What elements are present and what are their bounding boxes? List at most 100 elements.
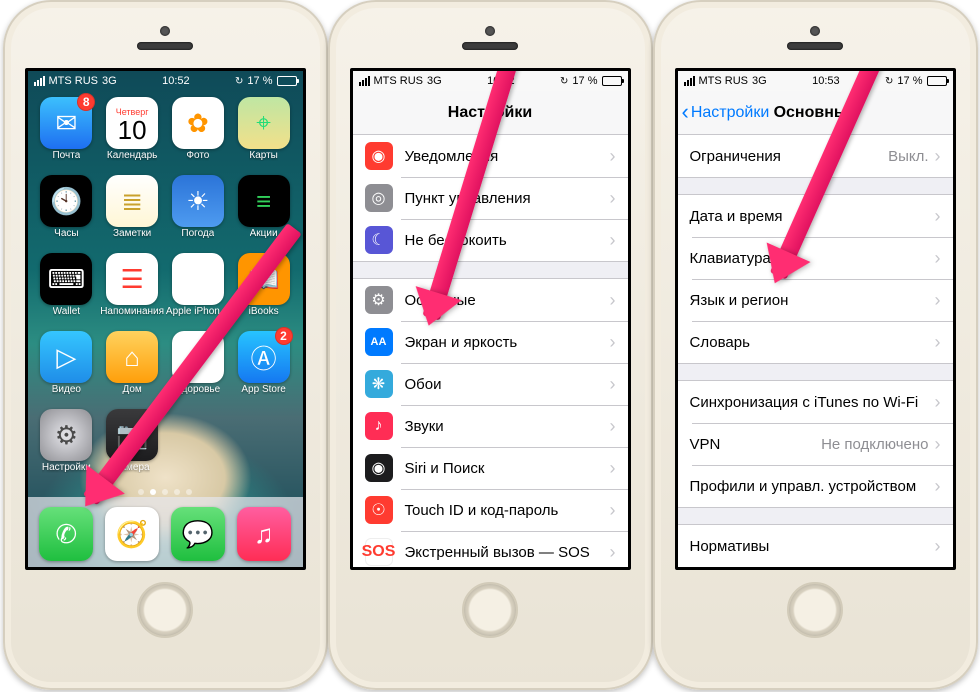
app-label: Часы [54, 228, 78, 239]
settings-row[interactable]: AA Экран и яркость › [353, 321, 628, 363]
settings-row[interactable]: ♪ Звуки › [353, 405, 628, 447]
camera-icon: 📷 [106, 409, 158, 461]
apple-icon [172, 253, 224, 305]
screen-general: MTS RUS 3G 10:53 ↻ 17 % ‹ Настройки Осно… [675, 68, 956, 570]
clock: 10:52 [487, 75, 515, 87]
app-label: Заметки [113, 228, 151, 239]
safari-icon: 🧭 [105, 507, 159, 561]
app-label: Видео [52, 384, 81, 395]
app-label: Apple iPhon… [166, 306, 230, 317]
settings-row[interactable]: ❋ Обои › [353, 363, 628, 405]
settings-row[interactable]: Язык и регион› [678, 279, 953, 321]
dock-messages[interactable]: 💬 [171, 507, 225, 561]
settings-row[interactable]: Клавиатура› [678, 237, 953, 279]
row-label: Не беспокоить [405, 232, 610, 249]
row-icon: ◎ [365, 184, 393, 212]
app-camera[interactable]: 📷Камера [99, 409, 165, 487]
dock-safari[interactable]: 🧭 [105, 507, 159, 561]
app-home2[interactable]: ⌂Дом [99, 331, 165, 409]
home-button[interactable] [137, 582, 193, 638]
row-label: Звуки [405, 418, 610, 435]
nav-bar: ‹ Настройки Основные [678, 91, 953, 135]
app-settings[interactable]: ⚙︎Настройки [34, 409, 100, 487]
row-label: Синхронизация с iTunes по Wi-Fi [690, 394, 935, 411]
app-notes[interactable]: ≣Заметки [99, 175, 165, 253]
dock-phone[interactable]: ✆ [39, 507, 93, 561]
row-icon: ⚙︎ [365, 286, 393, 314]
messages-icon: 💬 [171, 507, 225, 561]
health-icon: ♥︎ [172, 331, 224, 383]
row-label: Язык и регион [690, 292, 935, 309]
back-button[interactable]: ‹ Настройки [682, 91, 770, 134]
app-health[interactable]: ♥︎Здоровье [165, 331, 231, 409]
dock-music[interactable]: ♫ [237, 507, 291, 561]
battery-icon [277, 76, 297, 86]
chevron-right-icon: › [610, 230, 616, 251]
chevron-right-icon: › [610, 332, 616, 353]
row-label: VPN [690, 436, 822, 453]
settings-row[interactable]: SOS Экстренный вызов — SOS › [353, 531, 628, 567]
settings-row[interactable]: Дата и время› [678, 195, 953, 237]
home-button[interactable] [787, 582, 843, 638]
chevron-right-icon: › [935, 206, 941, 227]
settings-row[interactable]: VPNНе подключено› [678, 423, 953, 465]
home2-icon: ⌂ [106, 331, 158, 383]
settings-row[interactable]: Синхронизация с iTunes по Wi-Fi› [678, 381, 953, 423]
videos-icon: ▷ [40, 331, 92, 383]
general-list[interactable]: ОграниченияВыкл.› Дата и время›Клавиатур… [678, 135, 953, 567]
app-wallet[interactable]: ⌨︎Wallet [34, 253, 100, 331]
app-ibooks[interactable]: 📖iBooks [231, 253, 297, 331]
row-label: Ограничения [690, 148, 889, 165]
app-apple[interactable]: Apple iPhon… [165, 253, 231, 331]
row-label: Дата и время [690, 208, 935, 225]
settings-row[interactable]: ☉ Touch ID и код-пароль › [353, 489, 628, 531]
settings-row[interactable]: ◉ Уведомления › [353, 135, 628, 177]
app-calendar[interactable]: Четверг10Календарь [99, 97, 165, 175]
settings-row[interactable]: ОграниченияВыкл.› [678, 135, 953, 177]
badge: 8 [77, 93, 95, 111]
app-label: Камера [115, 462, 150, 473]
app-appstore[interactable]: Ⓐ2App Store [231, 331, 297, 409]
app-reminders[interactable]: ☰Напоминания [99, 253, 165, 331]
app-videos[interactable]: ▷Видео [34, 331, 100, 409]
settings-row[interactable]: Нормативы› [678, 525, 953, 567]
settings-row[interactable]: ◉ Siri и Поиск › [353, 447, 628, 489]
app-stocks[interactable]: ≡Акции [231, 175, 297, 253]
row-label: Touch ID и код-пароль [405, 502, 610, 519]
chevron-right-icon: › [610, 290, 616, 311]
network-label: 3G [427, 75, 442, 87]
chevron-right-icon: › [610, 188, 616, 209]
signal-icon [34, 76, 45, 86]
phone-icon: ✆ [39, 507, 93, 561]
phone-home: MTS RUS 3G 10:52 ↻ 17 % ✉︎8Почта Четверг… [3, 0, 328, 690]
battery-icon [602, 76, 622, 86]
chevron-right-icon: › [610, 374, 616, 395]
settings-row[interactable]: Словарь› [678, 321, 953, 363]
settings-row[interactable]: ⚙︎ Основные › [353, 279, 628, 321]
settings-row[interactable]: ◎ Пункт управления › [353, 177, 628, 219]
home-button[interactable] [462, 582, 518, 638]
app-maps[interactable]: ⌖Карты [231, 97, 297, 175]
wallet-icon: ⌨︎ [40, 253, 92, 305]
app-label: Дом [122, 384, 141, 395]
app-mail[interactable]: ✉︎8Почта [34, 97, 100, 175]
row-label: Уведомления [405, 148, 610, 165]
nav-title: Настройки [448, 104, 532, 122]
dock: ✆🧭💬♫ [28, 497, 303, 567]
app-photos[interactable]: ✿Фото [165, 97, 231, 175]
phone-hardware [137, 26, 193, 50]
app-clock[interactable]: 🕙Часы [34, 175, 100, 253]
chevron-right-icon: › [610, 146, 616, 167]
app-weather[interactable]: ☀︎Погода [165, 175, 231, 253]
chevron-right-icon: › [935, 290, 941, 311]
page-indicator[interactable] [28, 489, 303, 495]
network-label: 3G [752, 75, 767, 87]
settings-row[interactable]: ☾ Не беспокоить › [353, 219, 628, 261]
app-label: Напоминания [100, 306, 164, 317]
app-label: Карты [249, 150, 278, 161]
phone-hardware [787, 26, 843, 50]
settings-list[interactable]: ◉ Уведомления ›◎ Пункт управления ›☾ Не … [353, 135, 628, 567]
maps-icon: ⌖ [238, 97, 290, 149]
sync-icon: ↻ [885, 76, 893, 87]
settings-row[interactable]: Профили и управл. устройством› [678, 465, 953, 507]
